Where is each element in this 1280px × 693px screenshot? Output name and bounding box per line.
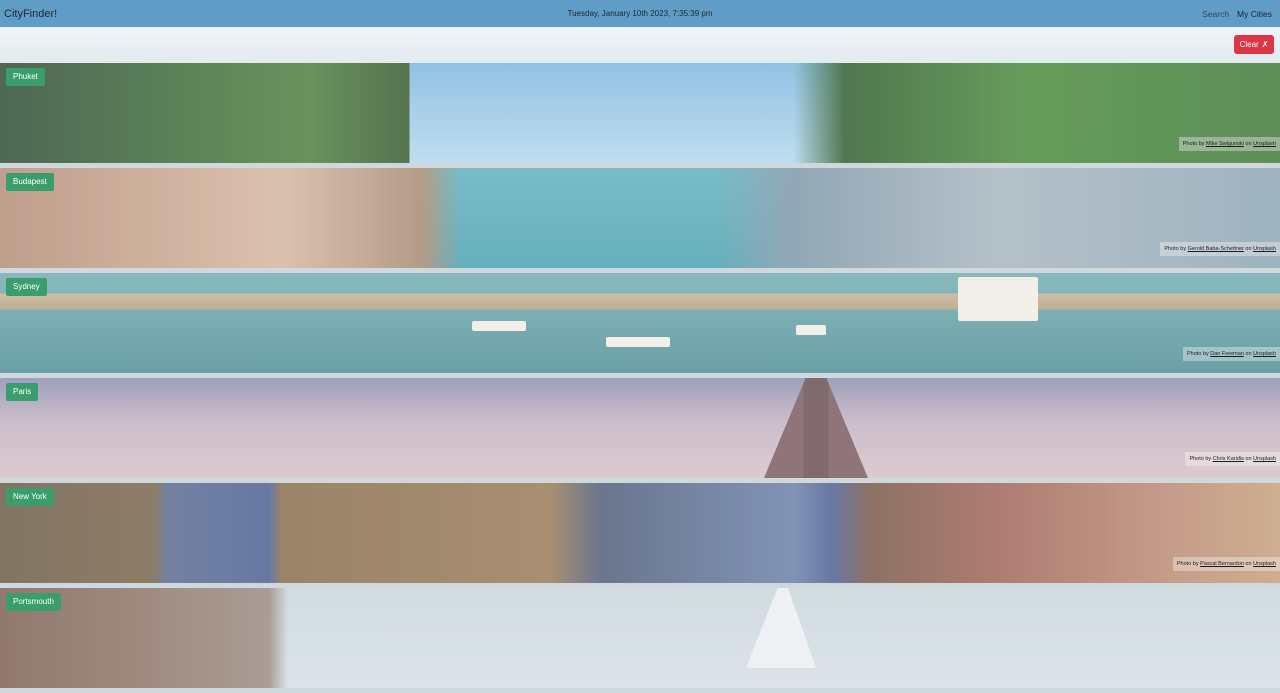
city-card-sydney[interactable]: Sydney Photo by Dan Freeman on Unsplash [0, 273, 1280, 373]
nav-link-my-cities[interactable]: My Cities [1237, 9, 1272, 19]
nav-link-search[interactable]: Search [1202, 9, 1229, 19]
nav-links: Search My Cities [1202, 9, 1272, 19]
brand-logo[interactable]: CityFinder! [4, 8, 57, 20]
city-name-badge: Sydney [6, 278, 47, 296]
clear-button[interactable]: Clear ✗ [1234, 35, 1274, 54]
unsplash-link[interactable]: Unsplash [1253, 561, 1276, 567]
photo-credit: Photo by Mike Swigunski on Unsplash [1178, 137, 1280, 151]
city-name-badge: New York [6, 488, 54, 506]
photo-credit: Photo by Dan Freeman on Unsplash [1182, 347, 1280, 361]
unsplash-link[interactable]: Unsplash [1253, 456, 1276, 462]
city-name-badge: Phuket [6, 68, 45, 86]
unsplash-link[interactable]: Unsplash [1253, 246, 1276, 252]
city-list: Phuket Photo by Mike Swigunski on Unspla… [0, 63, 1280, 693]
photographer-link[interactable]: Mike Swigunski [1206, 141, 1244, 147]
city-name-badge: Budapest [6, 173, 54, 191]
city-card-paris[interactable]: Paris Photo by Chris Karidis on Unsplash [0, 378, 1280, 478]
city-card-phuket[interactable]: Phuket Photo by Mike Swigunski on Unspla… [0, 63, 1280, 163]
current-datetime: Tuesday, January 10th 2023, 7:35:39 pm [567, 9, 713, 18]
photographer-link[interactable]: Gerold Baba-Schettner [1188, 246, 1244, 252]
clear-label: Clear [1239, 40, 1259, 49]
photographer-link[interactable]: Dan Freeman [1210, 351, 1244, 357]
toolbar: Clear ✗ [0, 27, 1280, 63]
close-icon: ✗ [1261, 40, 1269, 49]
navbar: CityFinder! Tuesday, January 10th 2023, … [0, 0, 1280, 27]
photo-credit: Photo by Pascal Bernardon on Unsplash [1172, 557, 1280, 571]
city-card-new-york[interactable]: New York Photo by Pascal Bernardon on Un… [0, 483, 1280, 583]
photographer-link[interactable]: Chris Karidis [1213, 456, 1244, 462]
photo-credit: Photo by Gerold Baba-Schettner on Unspla… [1160, 242, 1280, 256]
city-name-badge: Portsmouth [6, 593, 61, 611]
city-card-portsmouth[interactable]: Portsmouth [0, 588, 1280, 688]
photo-credit: Photo by Chris Karidis on Unsplash [1185, 452, 1280, 466]
unsplash-link[interactable]: Unsplash [1253, 351, 1276, 357]
city-name-badge: Paris [6, 383, 39, 401]
unsplash-link[interactable]: Unsplash [1253, 141, 1276, 147]
city-card-budapest[interactable]: Budapest Photo by Gerold Baba-Schettner … [0, 168, 1280, 268]
photographer-link[interactable]: Pascal Bernardon [1200, 561, 1244, 567]
